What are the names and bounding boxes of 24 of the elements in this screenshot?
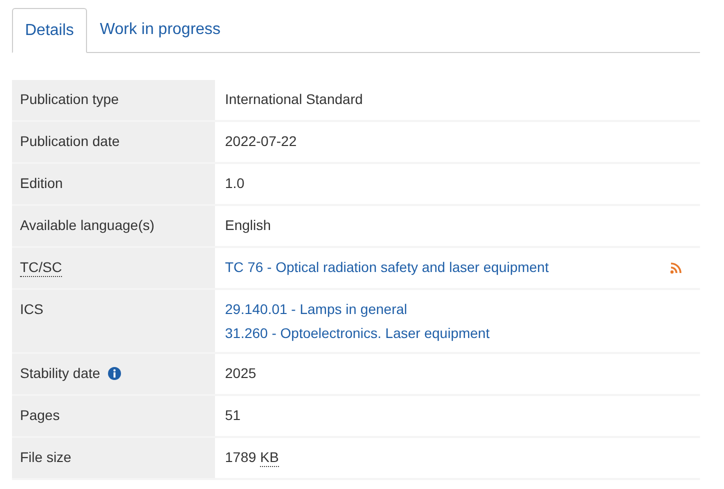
rss-icon[interactable] <box>670 262 682 274</box>
ics-link[interactable]: 29.140.01 - Lamps in general <box>225 300 408 318</box>
table-cell: 51 <box>225 406 241 424</box>
label-text: Publication type <box>20 90 119 108</box>
ics-link[interactable]: TC 76 - Optical radiation safety and laser equipment <box>225 258 549 276</box>
label-text: Stability date <box>20 364 100 382</box>
abbreviation: KB <box>260 448 279 467</box>
table-cell: 1.0 <box>225 174 244 192</box>
tab[interactable]: Details <box>12 8 87 53</box>
tab[interactable]: Work in progress <box>86 8 234 52</box>
label-text: Available language(s) <box>20 216 154 234</box>
label-text: Edition <box>20 174 63 192</box>
label-text: Pages <box>20 406 60 424</box>
info-icon[interactable] <box>108 367 122 380</box>
ics-link[interactable]: 31.260 - Optoelectronics. Laser equipment <box>225 324 490 342</box>
label-text: TC/SC <box>20 258 62 277</box>
table-cell: 2022-07-22 <box>225 132 297 150</box>
table-cell: 2025 <box>225 364 256 382</box>
table-cell: International Standard <box>225 90 363 108</box>
label-text: File size <box>20 448 72 466</box>
label-text: Publication date <box>20 132 120 150</box>
label-text: ICS <box>20 300 44 318</box>
table-cell: English <box>225 216 271 234</box>
table-cell: 1789 <box>225 448 256 467</box>
